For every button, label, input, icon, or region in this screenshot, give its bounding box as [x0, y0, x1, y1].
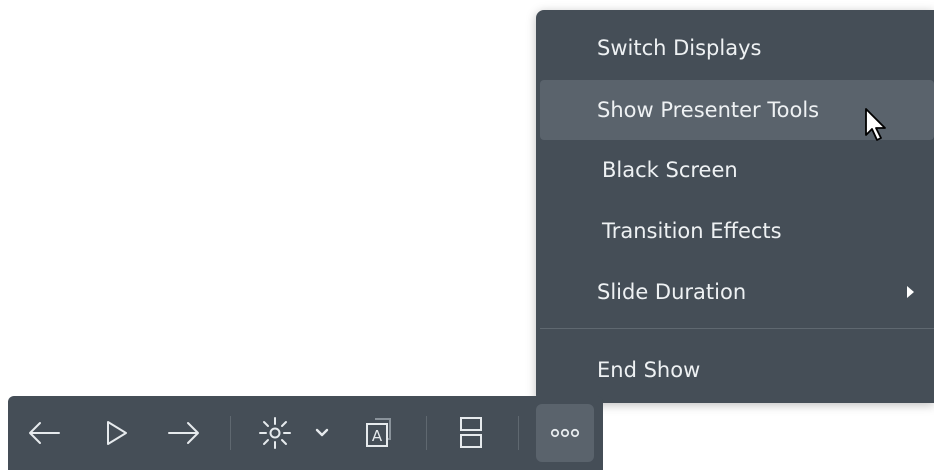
arrow-right-icon [168, 422, 199, 444]
subtitles-button[interactable]: A [352, 404, 408, 462]
previous-slide-button[interactable] [18, 404, 70, 462]
laser-pointer-icon [259, 417, 291, 449]
menu-item-black-screen[interactable]: Black Screen [540, 140, 934, 200]
mouse-cursor-icon [865, 108, 886, 141]
menu-item-label: Black Screen [602, 158, 738, 182]
menu-item-transition-effects[interactable]: Transition Effects [540, 201, 934, 261]
submenu-arrow-icon [907, 286, 914, 298]
menu-item-label: Show Presenter Tools [597, 98, 820, 122]
menu-item-switch-displays[interactable]: Switch Displays [540, 18, 934, 78]
menu-item-end-show[interactable]: End Show [540, 340, 934, 400]
play-icon [107, 421, 127, 445]
menu-item-label: Transition Effects [602, 219, 782, 243]
menu-item-label: Switch Displays [597, 36, 762, 60]
play-button[interactable] [92, 404, 142, 462]
split-view-icon [460, 417, 482, 448]
split-view-button[interactable] [448, 404, 494, 462]
laser-pointer-button[interactable] [252, 404, 298, 462]
slideshow-toolbar: A [8, 396, 603, 470]
chevron-down-icon [315, 428, 329, 437]
toolbar-separator [230, 416, 231, 450]
toolbar-separator [518, 416, 519, 450]
toolbar-separator [426, 416, 427, 450]
pointer-options-dropdown[interactable] [310, 404, 334, 462]
more-options-button[interactable] [536, 404, 594, 462]
next-slide-button[interactable] [158, 404, 210, 462]
menu-item-slide-duration[interactable]: Slide Duration [540, 262, 934, 322]
arrow-left-icon [29, 422, 60, 444]
context-menu: Switch Displays Show Presenter Tools Bla… [536, 10, 934, 403]
menu-item-label: Slide Duration [597, 280, 747, 304]
more-icon [550, 428, 580, 438]
subtitles-icon: A [366, 418, 391, 447]
menu-separator [540, 328, 934, 329]
menu-item-label: End Show [597, 358, 701, 382]
svg-text:A: A [372, 427, 383, 445]
